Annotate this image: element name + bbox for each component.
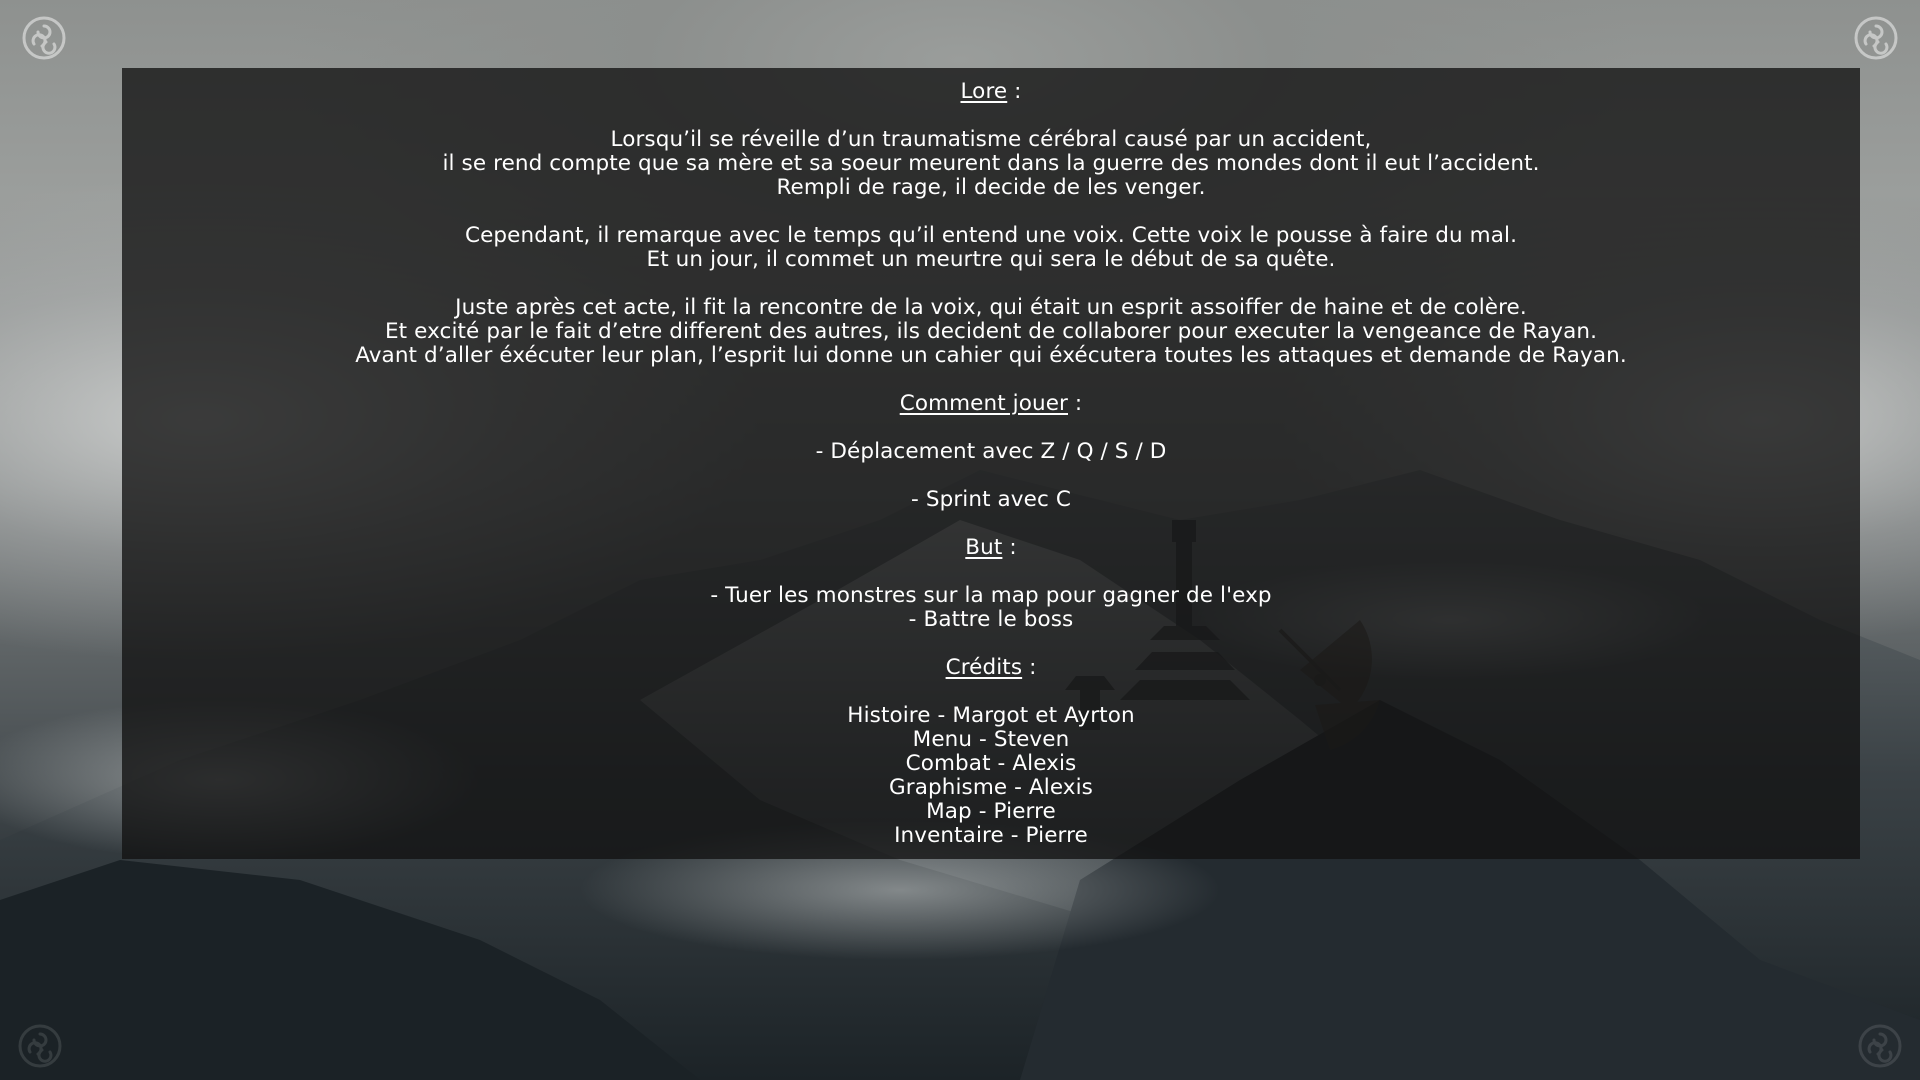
goal-heading: But : bbox=[122, 536, 1860, 560]
lore-text: Rempli de rage, il decide de les venger. bbox=[776, 175, 1206, 200]
lore-text: Lorsqu’il se réveille d’un traumatisme c… bbox=[610, 127, 1372, 152]
lore-text: Cependant, il remarque avec le temps qu’… bbox=[464, 223, 1518, 248]
credit-item: Graphisme - Alexis bbox=[889, 775, 1093, 800]
lore-text: il se rend compte que sa mère et sa soeu… bbox=[442, 151, 1540, 176]
credits-heading-label: Crédits bbox=[945, 655, 1023, 680]
heading-suffix: : bbox=[1002, 535, 1017, 560]
credit-item: Combat - Alexis bbox=[905, 751, 1077, 776]
credit-item: Map - Pierre bbox=[926, 799, 1056, 824]
how-to-play-heading: Comment jouer : bbox=[122, 392, 1860, 416]
goal-item: - Battre le boss bbox=[908, 607, 1074, 632]
goal-item: - Tuer les monstres sur la map pour gagn… bbox=[710, 583, 1272, 608]
lore-heading: Lore : bbox=[122, 80, 1860, 104]
triskelion-icon bbox=[1854, 16, 1898, 60]
credits-heading: Crédits : bbox=[122, 656, 1860, 680]
how-to-play-heading-label: Comment jouer bbox=[899, 391, 1068, 416]
info-panel: Lore : Lorsqu’il se réveille d’un trauma… bbox=[122, 68, 1860, 859]
control-item: - Sprint avec C bbox=[911, 487, 1071, 512]
control-item: - Déplacement avec Z / Q / S / D bbox=[815, 439, 1167, 464]
lore-text: Et excité par le fait d’etre different d… bbox=[384, 319, 1598, 344]
lore-text: Et un jour, il commet un meurtre qui ser… bbox=[646, 247, 1336, 272]
triskelion-icon bbox=[1858, 1024, 1902, 1068]
heading-suffix: : bbox=[1007, 79, 1022, 104]
heading-suffix: : bbox=[1022, 655, 1037, 680]
credit-item: Histoire - Margot et Ayrton bbox=[847, 703, 1135, 728]
triskelion-icon bbox=[18, 1024, 62, 1068]
lore-heading-label: Lore bbox=[960, 79, 1008, 104]
goal-heading-label: But bbox=[965, 535, 1003, 560]
triskelion-icon bbox=[22, 16, 66, 60]
lore-text: Juste après cet acte, il fit la rencontr… bbox=[455, 295, 1527, 320]
credit-item: Menu - Steven bbox=[912, 727, 1070, 752]
lore-text: Avant d’aller éxécuter leur plan, l’espr… bbox=[355, 343, 1627, 368]
credit-item: Inventaire - Pierre bbox=[894, 823, 1088, 848]
heading-suffix: : bbox=[1068, 391, 1083, 416]
